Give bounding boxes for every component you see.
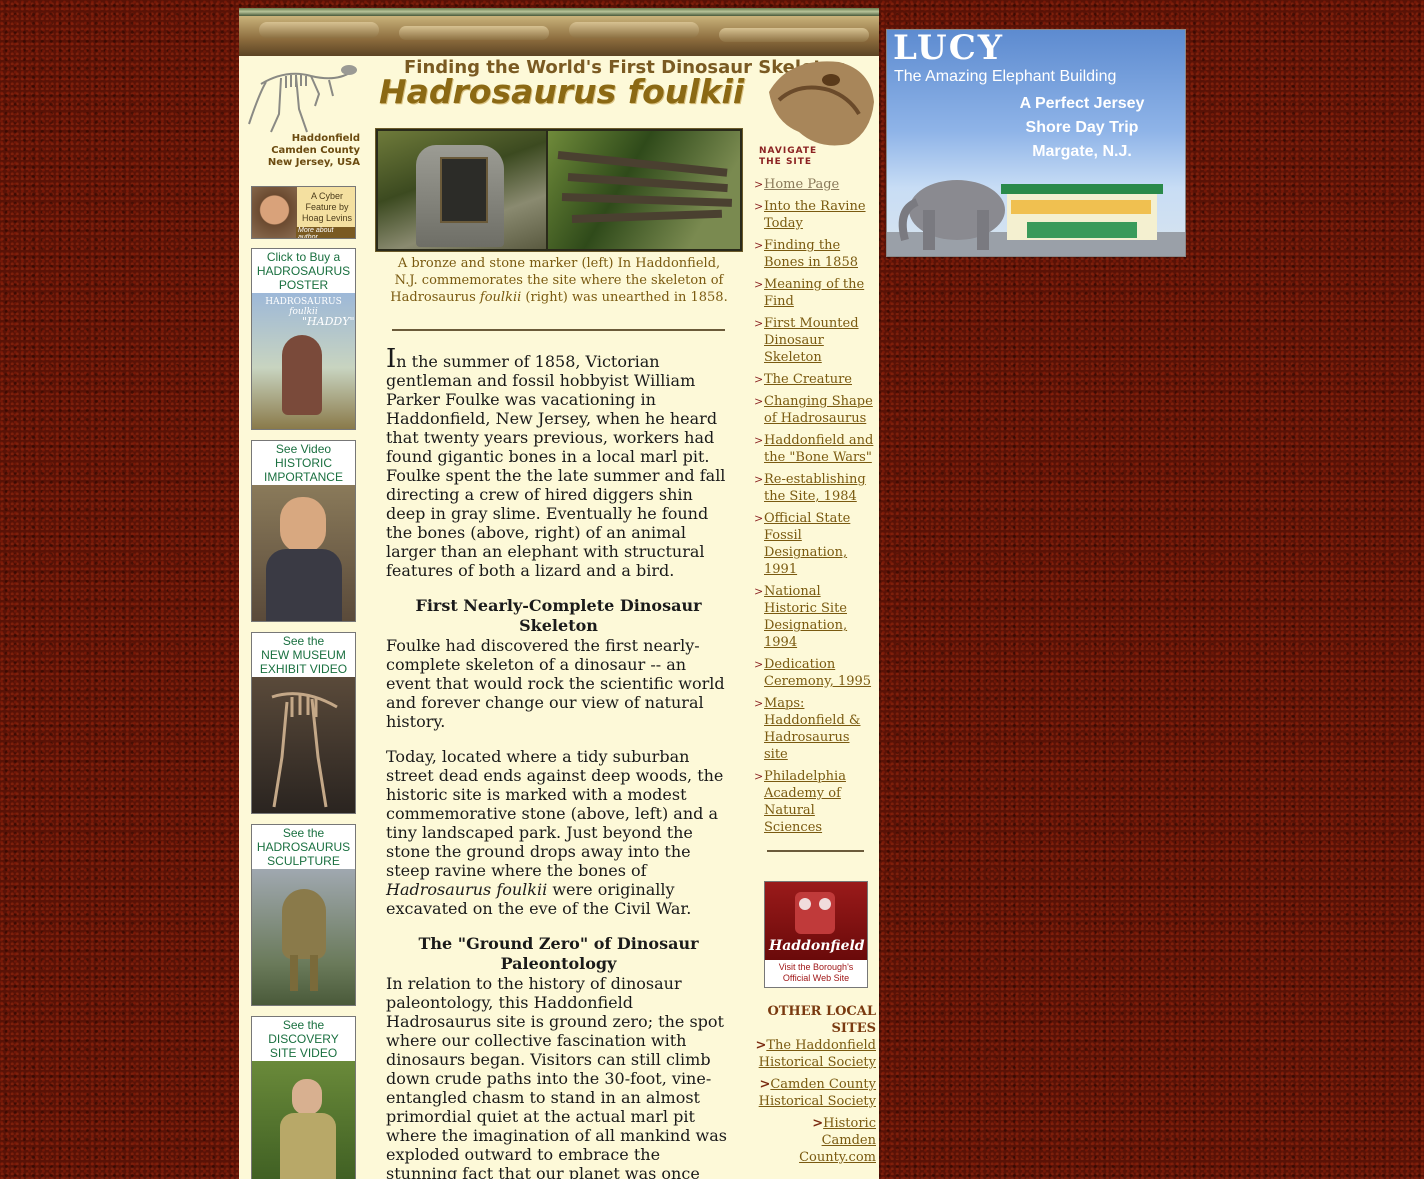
discovery-site-video-promo[interactable]: See the DISCOVERY SITE VIDEO [251, 1016, 356, 1179]
dinosaur-skeleton-icon [248, 65, 357, 133]
nav-item-first-mounted[interactable]: > First Mounted Dinosaur Skeleton [754, 315, 876, 366]
nav-item-creature[interactable]: > The Creature [754, 371, 876, 388]
other-local-sites: OTHER LOCAL SITES >The Haddonfield Histo… [755, 1003, 876, 1171]
article-paragraph: Foulke had discovered the first nearly-c… [386, 636, 725, 731]
site-photos [375, 128, 743, 252]
main-page: Finding the World's First Dinosaur Skele… [239, 8, 879, 1179]
arrow-icon: > [754, 200, 764, 213]
dinosaur-skull-icon [769, 61, 874, 146]
article-paragraph: Today, located where a tidy suburban str… [386, 747, 724, 918]
page-title: Hadrosaurus foulkii [379, 72, 745, 111]
nav-divider [767, 850, 864, 852]
nav-item-maps[interactable]: > Maps: Haddonfield & Hadrosaurus site [754, 695, 876, 763]
arrow-icon: > [754, 697, 764, 710]
section-heading: The "Ground Zero" of Dinosaur Paleontolo… [418, 934, 699, 973]
buy-poster-promo[interactable]: Click to Buy a HADROSAURUS POSTER HADROSAU… [251, 248, 356, 430]
caption-divider [392, 329, 725, 331]
haddonfield-borough-link[interactable]: Haddonfield nj.org Visit the Borough's O… [764, 881, 868, 988]
nav-item-historic-site[interactable]: > National Historic Site Designation, 199… [754, 583, 876, 651]
speaker-video-thumbnail [252, 485, 355, 621]
link-historic-camden[interactable]: >Historic Camden County.com [755, 1115, 876, 1166]
arrow-icon: > [754, 658, 764, 671]
arrow-icon: > [754, 373, 764, 386]
clock-tower-image: Haddonfield nj.org [765, 882, 867, 968]
author-portrait [252, 187, 297, 238]
skeleton-ribs-photo [548, 131, 740, 249]
article-body: In the summer of 1858, Victorian gentlem… [386, 344, 731, 1179]
nav-item-changing-shape[interactable]: > Changing Shape of Hadrosaurus [754, 393, 876, 427]
nav-item-meaning[interactable]: > Meaning of the Find [754, 276, 876, 310]
section-heading: First Nearly-Complete Dinosaur Skeleton [415, 596, 702, 635]
navigate-heading: NAVIGATE THE SITE [759, 146, 818, 167]
hadrosaurus-sculpture-promo[interactable]: See the HADROSAURUS SCULPTURE [251, 824, 356, 1006]
arrow-icon: > [754, 317, 764, 330]
arrow-icon: > [754, 770, 764, 783]
arrow-icon: > [754, 434, 764, 447]
link-camden-county-society[interactable]: >Camden County Historical Society [755, 1076, 876, 1110]
top-rule [239, 8, 879, 16]
nav-item-reestablishing[interactable]: > Re-establishing the Site, 1984 [754, 471, 876, 505]
arrow-icon: > [754, 178, 764, 191]
arrow-icon: > [754, 473, 764, 486]
other-sites-heading: OTHER LOCAL SITES [767, 1004, 876, 1036]
arrow-icon: > [754, 239, 764, 252]
nav-item-bone-wars[interactable]: > Haddonfield and the "Bone Wars" [754, 432, 876, 466]
arrow-icon: > [754, 395, 764, 408]
museum-skeleton-thumbnail [252, 677, 355, 813]
nav-item-home[interactable]: > Home Page [754, 176, 876, 193]
nav-item-academy[interactable]: > Philadelphia Academy of Natural Science… [754, 768, 876, 836]
site-navigation: > Home Page > Into the Ravine Today > Findi… [754, 176, 876, 841]
nav-item-finding-bones[interactable]: > Finding the Bones in 1858 [754, 237, 876, 271]
arrow-icon: > [754, 278, 764, 291]
location-label: Haddonfield Camden County New Jersey, US… [267, 133, 360, 168]
bone-header-band [239, 16, 879, 56]
elephant-building-illustration [887, 180, 1185, 256]
arrow-icon: > [754, 512, 764, 525]
marker-stone-photo [378, 131, 546, 249]
nav-item-dedication[interactable]: > Dedication Ceremony, 1995 [754, 656, 876, 690]
arrow-icon: > [754, 585, 764, 598]
sculpture-thumbnail [252, 869, 355, 1005]
nav-item-ravine[interactable]: > Into the Ravine Today [754, 198, 876, 232]
more-about-author-link[interactable]: More about author [296, 227, 355, 238]
lucy-elephant-ad[interactable]: LUCY The Amazing Elephant Building A Per… [886, 29, 1186, 257]
article-paragraph: In relation to the history of dinosaur p… [386, 974, 727, 1179]
photo-caption: A bronze and stone marker (left) In Hadd… [390, 256, 728, 305]
article-paragraph: In the summer of 1858, Victorian gentlem… [386, 344, 726, 580]
link-historical-society[interactable]: >The Haddonfield Historical Society [755, 1037, 876, 1071]
author-feature-promo[interactable]: A Cyber Feature by Hoag Levins More abou… [251, 186, 356, 239]
museum-exhibit-video-promo[interactable]: See the NEW MUSEUM EXHIBIT VIDEO [251, 632, 356, 814]
discovery-video-thumbnail [252, 1061, 355, 1179]
historic-importance-video-promo[interactable]: See Video HISTORIC IMPORTANCE [251, 440, 356, 622]
poster-image: HADROSAURUS foulkii "HADDY" [252, 293, 355, 429]
nav-item-state-fossil[interactable]: > Official State Fossil Designation, 1991 [754, 510, 876, 578]
